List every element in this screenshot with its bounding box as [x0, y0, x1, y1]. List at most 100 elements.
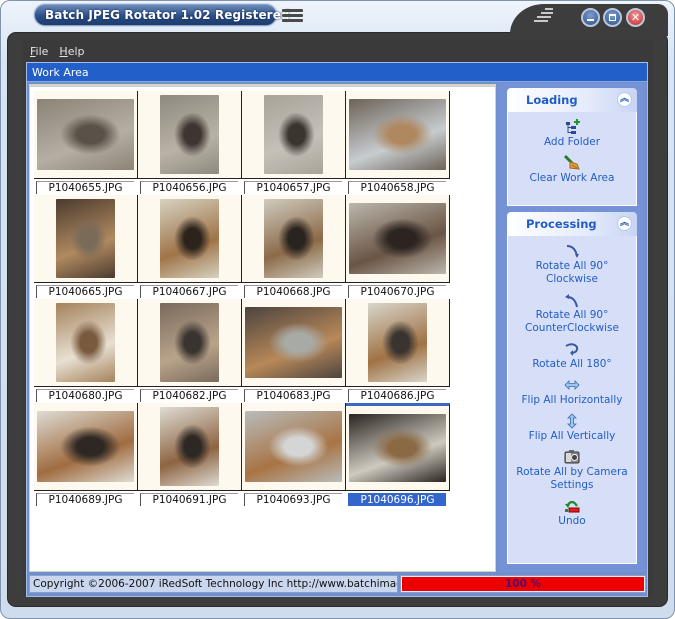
thumbnail-frame [138, 91, 242, 179]
add-folder-icon [563, 118, 581, 136]
flip-horizontal-button[interactable]: Flip All Horizontally [510, 376, 635, 407]
flip-vertical-label: Flip All Vertically [528, 430, 616, 442]
maximize-button[interactable] [603, 8, 622, 27]
thumbnail-frame [346, 403, 450, 491]
task-pane: Loading ︽ Add Folder Clear Work Area Pro… [499, 83, 645, 572]
menu-help-label: elp [67, 45, 85, 58]
thumbnail-frame [34, 91, 138, 179]
thumbnail-frame [346, 299, 450, 387]
minimize-button[interactable] [581, 8, 600, 27]
rotate-by-camera-button[interactable]: Rotate All by Camera Settings [510, 448, 635, 492]
thumbnail-item[interactable]: P1040693.JPG [242, 403, 346, 506]
thumbnail-image [160, 95, 219, 174]
thumbnail-filename: P1040689.JPG [36, 493, 134, 506]
title-bar[interactable]: Batch JPEG Rotator 1.02 Registered [34, 4, 290, 26]
thumbnail-grid[interactable]: P1040655.JPG P1040656.JPG P1040657.JPG P104… [29, 86, 496, 572]
undo-button[interactable]: Undo [510, 497, 635, 528]
flip-vertical-button[interactable]: Flip All Vertically [510, 412, 635, 443]
rotate-ccw-label: Rotate All 90° CounterClockwise [525, 309, 619, 334]
thumbnail-item[interactable]: P1040667.JPG [138, 195, 242, 298]
thumbnail-filename: P1040667.JPG [140, 285, 238, 298]
loading-group-header[interactable]: Loading ︽ [507, 88, 637, 112]
menu-help[interactable]: Help [59, 45, 84, 61]
thumbnail-item[interactable]: P1040691.JPG [138, 403, 242, 506]
thumbnail-frame [34, 403, 138, 491]
collapse-chevron-up-icon[interactable]: ︽ [617, 216, 632, 231]
maximize-icon [609, 14, 616, 21]
undo-label: Undo [558, 515, 586, 527]
rotate-180-button[interactable]: Rotate All 180° [510, 340, 635, 371]
processing-group-header[interactable]: Processing ︽ [507, 212, 637, 236]
thumbnail-frame [138, 195, 242, 283]
thumbnail-image [160, 303, 219, 382]
rotate-ccw-icon [563, 291, 581, 309]
thumbnail-filename: P1040656.JPG [140, 181, 238, 194]
thumbnail-filename: P1040670.JPG [348, 285, 446, 298]
thumbnail-filename: P1040683.JPG [244, 389, 342, 402]
clear-work-area-label: Clear Work Area [529, 172, 615, 184]
thumbnail-image [245, 307, 342, 378]
menu-file-label: ile [35, 45, 49, 58]
thumbnail-frame [34, 195, 138, 283]
thumbnail-image [349, 99, 446, 170]
thumbnail-image [245, 411, 342, 482]
thumbnail-filename: P1040686.JPG [348, 389, 446, 402]
thumbnail-frame [138, 403, 242, 491]
thumbnail-frame [242, 195, 346, 283]
thumbnail-filename: P1040696.JPG [348, 493, 446, 506]
thumbnail-item[interactable]: P1040686.JPG [346, 299, 450, 402]
rotate-ccw-button[interactable]: Rotate All 90° CounterClockwise [510, 291, 635, 335]
work-area-header: Work Area [27, 63, 647, 82]
progress-text: 100 % [504, 578, 542, 590]
loading-group-title: Loading [526, 93, 578, 107]
menu-file[interactable]: File [30, 45, 48, 61]
processing-group-title: Processing [526, 217, 597, 231]
processing-group-body: Rotate All 90° Clockwise Rotate All 90° … [507, 236, 637, 564]
thumbnail-item[interactable]: P1040682.JPG [138, 299, 242, 402]
clear-work-area-button[interactable]: Clear Work Area [529, 154, 615, 185]
thumbnail-item[interactable]: P1040689.JPG [34, 403, 138, 506]
window-title: Batch JPEG Rotator 1.02 Registered [45, 8, 290, 22]
thumbnail-item[interactable]: P1040696.JPG [346, 403, 450, 506]
thumbnail-frame [346, 91, 450, 179]
camera-icon [563, 448, 581, 466]
thumbnail-item[interactable]: P1040657.JPG [242, 91, 346, 194]
collapse-chevron-up-icon[interactable]: ︽ [617, 92, 632, 107]
progress-bar: 100 % [400, 575, 646, 593]
thumbnail-frame [242, 403, 346, 491]
menu-bar: File Help [30, 45, 85, 61]
thumbnail-image [56, 199, 115, 278]
thumbnail-item[interactable]: P1040658.JPG [346, 91, 450, 194]
thumbnail-item[interactable]: P1040668.JPG [242, 195, 346, 298]
thumbnail-item[interactable]: P1040665.JPG [34, 195, 138, 298]
thumbnail-item[interactable]: P1040655.JPG [34, 91, 138, 194]
thumbnail-filename: P1040658.JPG [348, 181, 446, 194]
thumbnail-filename: P1040693.JPG [244, 493, 342, 506]
thumbnail-item[interactable]: P1040680.JPG [34, 299, 138, 402]
rotate-by-camera-label: Rotate All by Camera Settings [516, 466, 628, 491]
processing-group: Processing ︽ Rotate All 90° Clockwise Ro… [507, 212, 637, 564]
thumbnail-filename: P1040680.JPG [36, 389, 134, 402]
rotate-cw-button[interactable]: Rotate All 90° Clockwise [510, 242, 635, 286]
minimize-icon [587, 19, 594, 21]
thumbnail-image [37, 411, 134, 482]
add-folder-label: Add Folder [543, 136, 601, 148]
add-folder-button[interactable]: Add Folder [544, 118, 600, 149]
thumbnail-filename: P1040665.JPG [36, 285, 134, 298]
thumbnail-item[interactable]: P1040670.JPG [346, 195, 450, 298]
thumbnail-filename: P1040655.JPG [36, 181, 134, 194]
thumbnail-image [56, 303, 115, 382]
rotate-180-icon [563, 340, 581, 358]
thumbnail-frame [242, 91, 346, 179]
thumbnail-item[interactable]: P1040656.JPG [138, 91, 242, 194]
rotate-180-label: Rotate All 180° [532, 358, 612, 370]
hamburger-menu-icon[interactable] [282, 9, 303, 23]
close-icon: ✕ [630, 11, 641, 24]
flip-vertical-icon [563, 412, 581, 430]
rotate-cw-icon [563, 242, 581, 260]
thumbnail-image [349, 414, 446, 482]
close-button[interactable]: ✕ [626, 8, 645, 27]
flip-horizontal-label: Flip All Horizontally [521, 394, 623, 406]
thumbnail-frame [34, 299, 138, 387]
thumbnail-item[interactable]: P1040683.JPG [242, 299, 346, 402]
